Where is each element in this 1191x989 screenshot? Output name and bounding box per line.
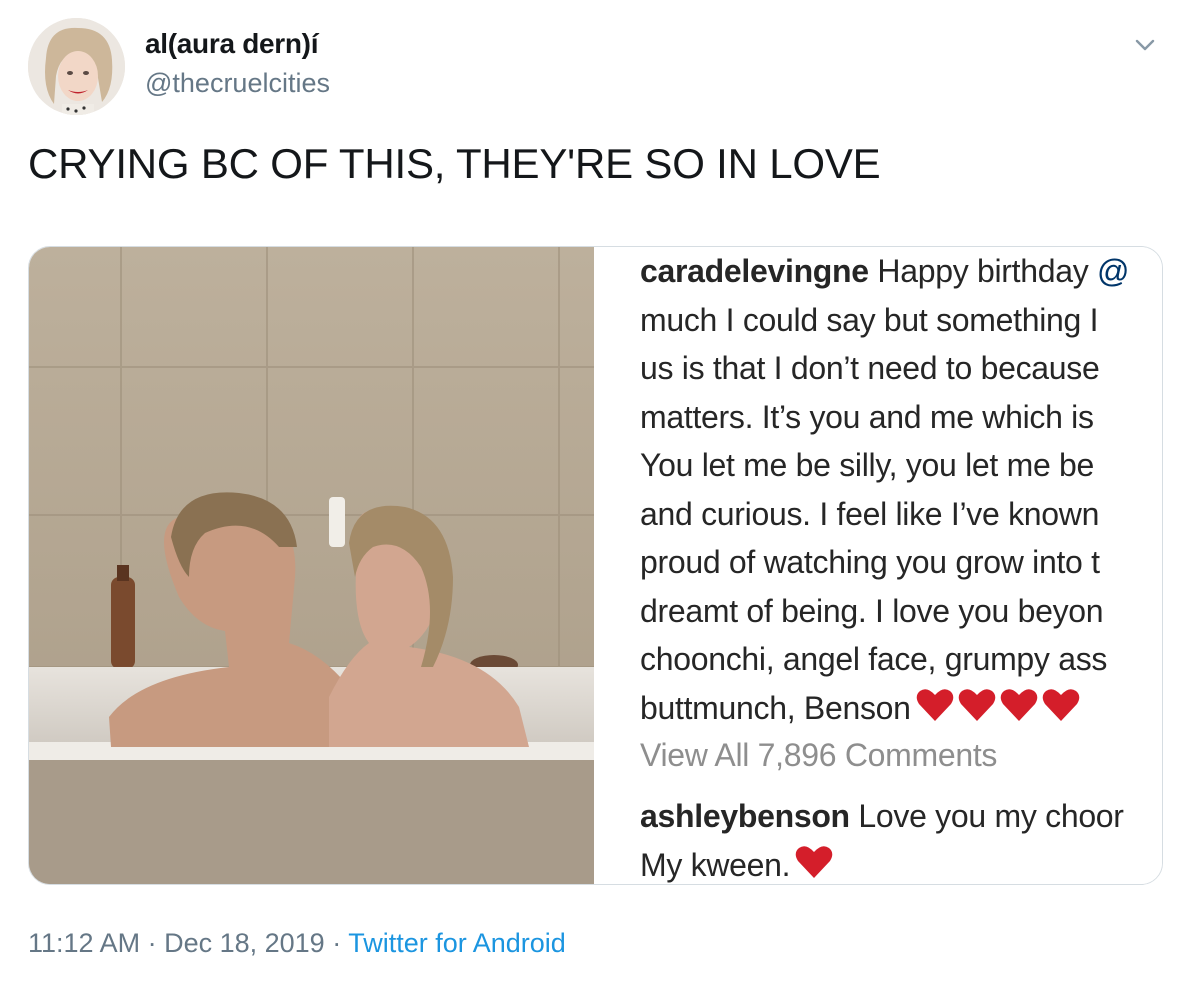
- bathtub-photo-image: [29, 247, 594, 884]
- caption-line: choonchi, angel face, grumpy ass: [640, 641, 1108, 677]
- caption-text: buttmunch, Benson: [640, 689, 911, 726]
- hearts-emoji: [915, 687, 1085, 737]
- caption-line: and curious. I feel like I’ve known: [640, 495, 1100, 532]
- caption-line: dreamt of being. I love you beyon: [640, 592, 1104, 629]
- caption-line: You let me be silly, you let me be: [640, 447, 1095, 483]
- view-all-comments-link[interactable]: View All 7,896 Comments: [640, 737, 997, 774]
- comment-line: ashleybenson Love you my choor: [640, 792, 1124, 841]
- instagram-caption-panel: caradelevingne Happy birthday @ much I c…: [594, 247, 1162, 884]
- meta-separator: ·: [140, 928, 165, 958]
- avatar[interactable]: [28, 18, 125, 115]
- heart-emoji: [794, 844, 838, 885]
- chevron-down-icon[interactable]: [1130, 30, 1160, 60]
- tweet-meta: 11:12 AM · Dec 18, 2019 · Twitter for An…: [28, 928, 566, 959]
- media-card[interactable]: caradelevingne Happy birthday @ much I c…: [28, 246, 1163, 885]
- heart-icon: [1000, 688, 1037, 721]
- caption-text: Happy birthday: [868, 253, 1098, 289]
- instagram-caption: caradelevingne Happy birthday @ much I c…: [640, 247, 1162, 736]
- heart-icon: [916, 688, 953, 721]
- comment-text: Love you my choor: [849, 798, 1124, 834]
- tweet-text: CRYING BC OF THIS, THEY'RE SO IN LOVE: [28, 140, 881, 187]
- comment-line: My kween.: [640, 841, 1124, 885]
- avatar-image: [28, 18, 125, 115]
- caption-line: buttmunch, Benson: [640, 684, 1162, 737]
- caption-mention[interactable]: @: [1097, 253, 1129, 289]
- tweet-date[interactable]: Dec 18, 2019: [164, 928, 325, 958]
- heart-icon: [958, 688, 995, 721]
- heart-icon: [795, 845, 833, 878]
- caption-username[interactable]: caradelevingne: [640, 253, 869, 289]
- caption-line: proud of watching you grow into t: [640, 544, 1100, 580]
- meta-separator: ·: [324, 928, 349, 958]
- caption-line: us is that I don’t need to because: [640, 350, 1100, 386]
- tweet-source-link[interactable]: Twitter for Android: [348, 928, 566, 958]
- comment-username[interactable]: ashleybenson: [640, 798, 850, 834]
- user-handle[interactable]: @thecruelcities: [145, 68, 330, 99]
- heart-icon: [1042, 688, 1079, 721]
- tweet-time[interactable]: 11:12 AM: [28, 928, 140, 958]
- caption-line: caradelevingne Happy birthday @: [640, 247, 1162, 296]
- comment-text: My kween.: [640, 846, 791, 883]
- photo[interactable]: [29, 247, 594, 884]
- caption-line: much I could say but something I: [640, 301, 1099, 338]
- reply-comment: ashleybenson Love you my choor My kween.: [640, 792, 1124, 884]
- caption-line: matters. It’s you and me which is: [640, 398, 1094, 435]
- display-name[interactable]: al(aura dern)í: [145, 28, 318, 60]
